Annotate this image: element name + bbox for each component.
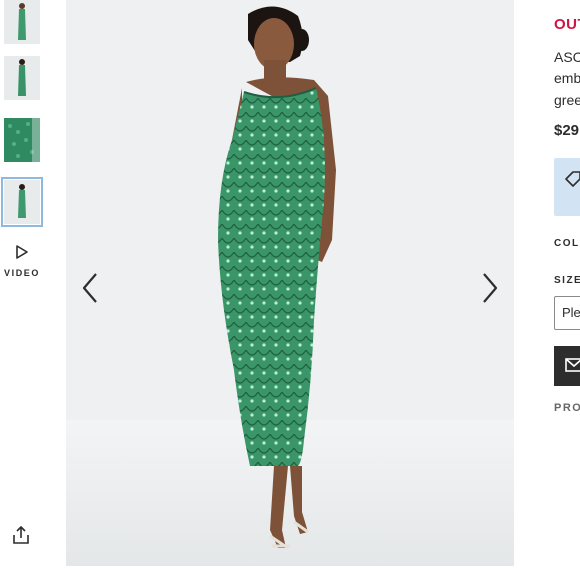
thumbnail-rail: VIDEO — [0, 0, 48, 580]
chevron-right-icon — [483, 273, 498, 303]
video-button[interactable]: VIDEO — [0, 244, 44, 288]
product-image — [66, 0, 514, 566]
thumbnail-front[interactable] — [4, 0, 40, 44]
product-brand: OUT — [554, 16, 580, 33]
size-select[interactable]: Ple — [554, 296, 580, 330]
thumbnail-full[interactable] — [1, 177, 43, 227]
thumbnail-back[interactable] — [4, 56, 40, 100]
video-label: VIDEO — [3, 268, 40, 278]
promo-banner[interactable] — [554, 158, 580, 216]
colour-label: COLO — [554, 238, 580, 249]
share-icon — [13, 526, 29, 544]
size-label: SIZE: — [554, 275, 580, 286]
product-name-line: gree — [554, 92, 580, 108]
play-icon — [16, 245, 28, 259]
previous-image-button[interactable] — [76, 270, 106, 306]
mail-icon — [565, 358, 580, 372]
share-button[interactable] — [10, 524, 32, 546]
thumbnail-detail[interactable] — [4, 118, 40, 162]
product-name-line: ASC — [554, 49, 580, 65]
product-price: $29 — [554, 122, 580, 139]
chevron-left-icon — [82, 273, 97, 303]
add-to-bag-button[interactable] — [554, 346, 580, 386]
next-image-button[interactable] — [474, 270, 504, 306]
product-info-panel: OUT ASC emb gree $29 COLO SIZE: Ple PRO — [554, 0, 580, 580]
product-name-line: emb — [554, 70, 580, 86]
tag-icon — [565, 171, 580, 187]
product-details-label: PRO — [554, 402, 580, 414]
